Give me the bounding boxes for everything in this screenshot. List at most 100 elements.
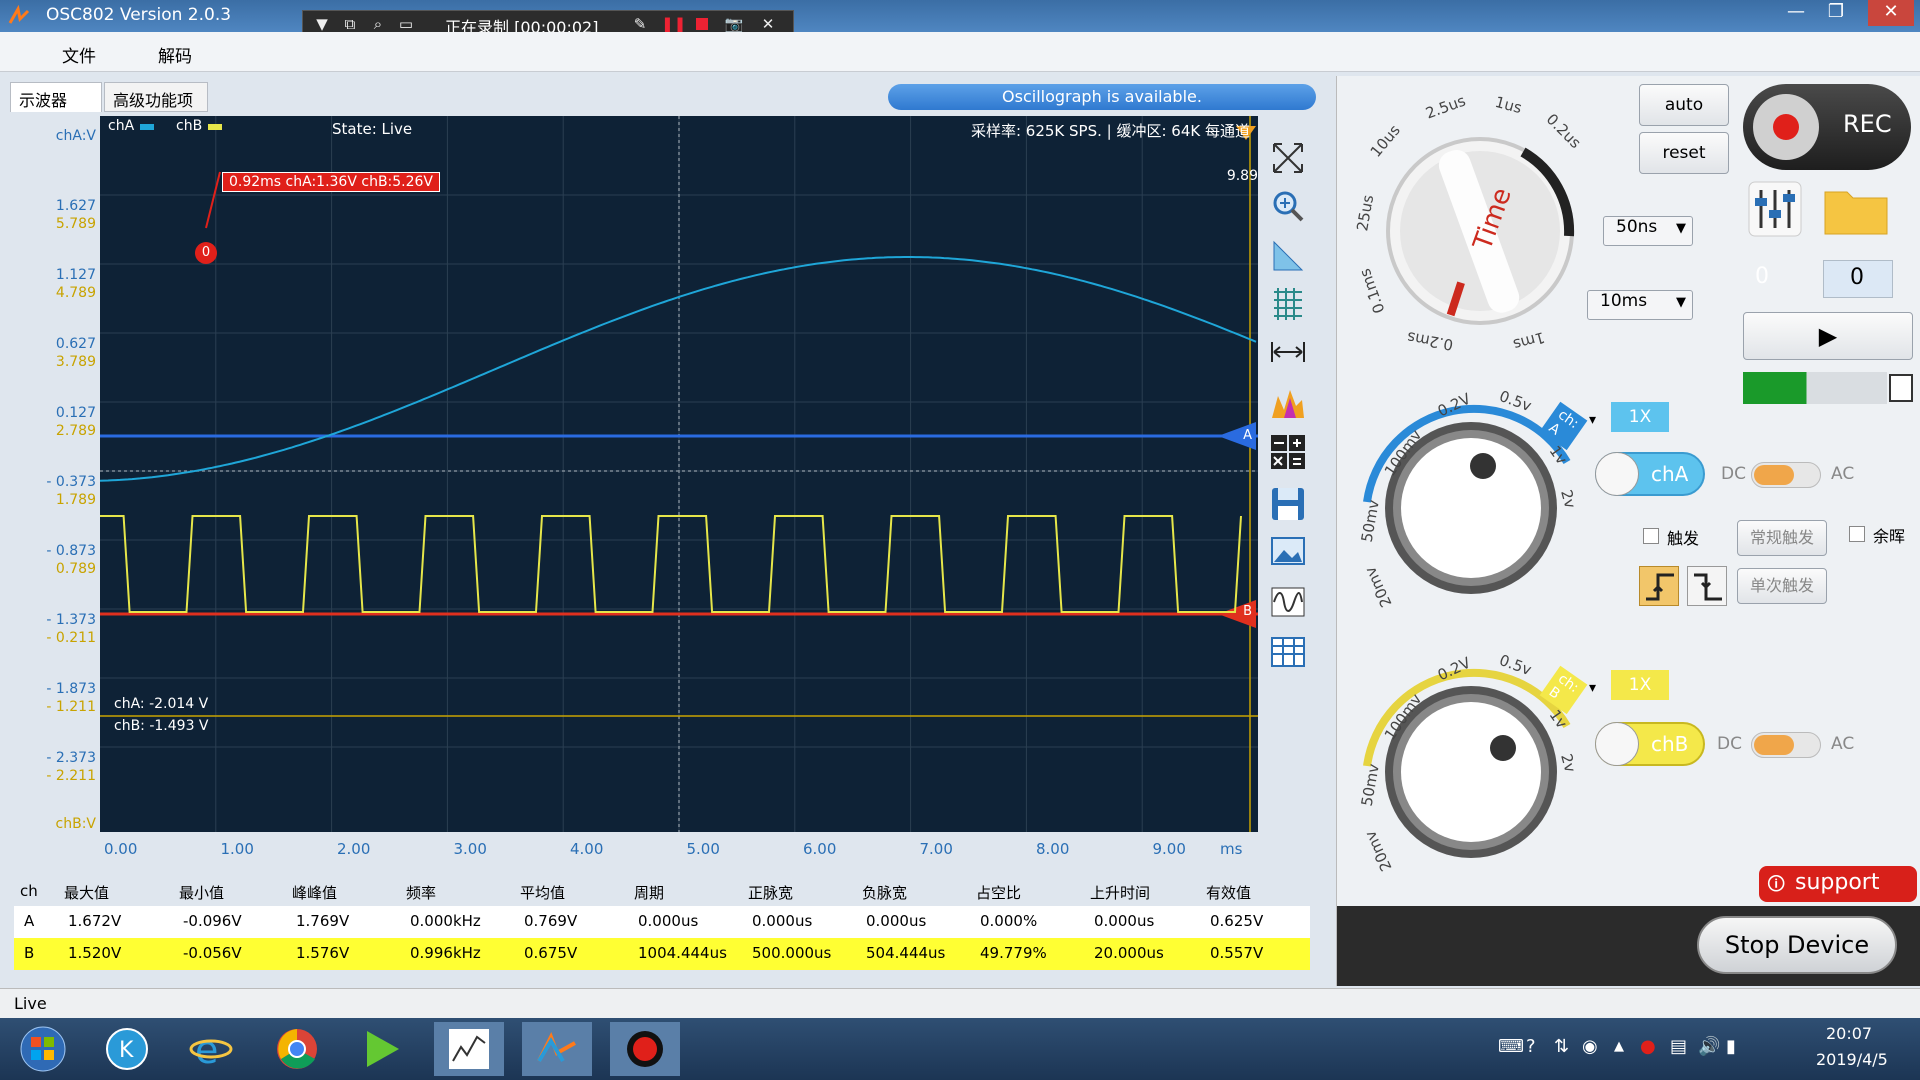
control-panel: Time 10us 2.5us 1us 0.2us 25us 0.1ms 0.2… xyxy=(1336,76,1920,986)
spectrum-icon[interactable] xyxy=(1266,382,1310,426)
auto-button[interactable]: auto xyxy=(1639,84,1729,126)
falling-edge-icon[interactable] xyxy=(1687,566,1727,606)
y-tick-label-chb: 5.789 xyxy=(55,216,96,232)
normal-trigger-button[interactable]: 常规触发 xyxy=(1737,520,1827,556)
trigger-checkbox[interactable] xyxy=(1643,528,1659,544)
table-cell: 1004.444us xyxy=(638,944,727,962)
rising-edge-icon[interactable] xyxy=(1639,566,1679,606)
volume-icon[interactable]: 🔊 xyxy=(1698,1036,1720,1057)
network-app-icon[interactable]: ◉ xyxy=(1582,1036,1598,1057)
table-cell: 504.444us xyxy=(866,944,946,962)
fit-screen-icon[interactable] xyxy=(1266,136,1310,180)
system-tray[interactable]: ⌨ ? ⇅ ◉ ▲ ● ▤ 🔊 ▮ xyxy=(1490,1036,1750,1062)
support-button[interactable]: 🛈 support xyxy=(1759,866,1917,902)
legend-chb: chB xyxy=(176,118,203,134)
probe-a-dropdown[interactable]: ▾ xyxy=(1589,412,1596,428)
pause-icon[interactable]: ❚❚ xyxy=(661,14,686,34)
x-axis-unit: ms xyxy=(1220,840,1243,858)
table-header-cell: 占空比 xyxy=(976,884,1022,902)
channel-a-marker[interactable]: A xyxy=(1243,428,1252,443)
oscilloscope-app-icon[interactable] xyxy=(522,1022,592,1076)
table-header-cell: 平均值 xyxy=(520,884,566,902)
reset-button[interactable]: reset xyxy=(1639,132,1729,174)
table-row[interactable]: A 1.672V -0.096V 1.769V 0.000kHz 0.769V 0.000u… xyxy=(14,906,1310,938)
chrome-icon[interactable] xyxy=(262,1022,332,1076)
y-tick-label-chb: - 0.211 xyxy=(46,630,96,646)
status-text: Live xyxy=(14,994,47,1013)
math-icon[interactable] xyxy=(1266,430,1310,474)
tray-expand-icon[interactable]: ▲ xyxy=(1614,1039,1624,1054)
cursor-marker[interactable]: 0 xyxy=(195,242,217,264)
coupling-toggle-a[interactable] xyxy=(1751,462,1821,488)
window-icon[interactable]: ⧉ xyxy=(339,14,361,34)
close-icon[interactable]: ✕ xyxy=(757,14,779,34)
start-button[interactable] xyxy=(8,1022,78,1076)
fine-timebase-select[interactable]: 50ns ▼ xyxy=(1603,216,1693,246)
chevron-down-icon: ▼ xyxy=(1676,221,1686,236)
afterglow-checkbox[interactable] xyxy=(1849,526,1865,542)
recorder-app-icon[interactable] xyxy=(610,1022,680,1076)
region-icon[interactable]: ▭ xyxy=(395,14,417,34)
app-logo-icon xyxy=(8,5,30,24)
coupling-toggle-b[interactable] xyxy=(1751,732,1821,758)
record-tray-icon[interactable]: ● xyxy=(1640,1036,1656,1057)
ie-icon[interactable]: e xyxy=(176,1022,246,1076)
minimize-button[interactable]: — xyxy=(1776,0,1816,26)
clock-time: 20:07 xyxy=(1826,1024,1873,1043)
menu-file[interactable]: 文件 xyxy=(62,42,96,67)
zoom-in-icon[interactable] xyxy=(1266,184,1310,228)
play-button[interactable]: ▶ xyxy=(1743,312,1913,360)
tab-advanced[interactable]: 高级功能项 xyxy=(104,82,208,112)
close-button[interactable]: ✕ xyxy=(1868,0,1914,26)
table-row[interactable]: B 1.520V -0.056V 1.576V 0.996kHz 0.675V 1004.4… xyxy=(14,938,1310,970)
restore-button[interactable]: ❐ xyxy=(1816,0,1856,26)
channel-b-marker[interactable]: B xyxy=(1243,604,1252,619)
probe-b-dropdown[interactable]: ▾ xyxy=(1589,680,1596,696)
dc-label-b: DC xyxy=(1717,734,1742,754)
equalizer-icon[interactable] xyxy=(1747,180,1803,238)
channel-b-toggle[interactable]: chB xyxy=(1595,722,1705,766)
dc-label-a: DC xyxy=(1721,464,1746,484)
tray-app-icon[interactable]: ⇅ xyxy=(1554,1036,1569,1057)
menu-decode[interactable]: 解码 xyxy=(158,42,192,67)
chart-app-icon[interactable] xyxy=(434,1022,504,1076)
stop-record-icon[interactable] xyxy=(691,14,713,34)
measure-width-icon[interactable] xyxy=(1266,330,1310,374)
chevron-down-icon[interactable]: ▼ xyxy=(311,14,333,34)
x-axis-labels: 0.00 1.00 2.00 3.00 4.00 5.00 6.00 7.00 8.00 9.00… xyxy=(100,840,1260,864)
record-button[interactable]: REC xyxy=(1743,84,1911,170)
ruler-icon[interactable] xyxy=(1266,234,1310,278)
folder-icon[interactable] xyxy=(1821,180,1893,238)
stop-device-button[interactable]: Stop Device xyxy=(1697,916,1897,974)
clipboard-icon[interactable]: ▤ xyxy=(1670,1036,1687,1057)
pencil-icon[interactable]: ✎ xyxy=(629,14,651,34)
grid-icon[interactable] xyxy=(1266,282,1310,326)
signal-icon[interactable]: ▮ xyxy=(1726,1036,1736,1057)
kaspersky-icon[interactable]: K xyxy=(92,1022,162,1076)
save-icon[interactable] xyxy=(1266,482,1310,526)
channel-a-volt-knob[interactable]: ch: A 100mv 0.2V 0.5v 1v 2v 50mv 20mv xyxy=(1347,372,1588,622)
checkbox-icon[interactable] xyxy=(1889,374,1913,402)
keyboard-icon[interactable]: ⌨ xyxy=(1498,1036,1524,1057)
single-trigger-button[interactable]: 单次触发 xyxy=(1737,568,1827,604)
coarse-timebase-select[interactable]: 10ms ▼ xyxy=(1587,290,1693,320)
media-player-icon[interactable] xyxy=(346,1022,416,1076)
record-label: REC xyxy=(1843,110,1892,138)
image-export-icon[interactable] xyxy=(1266,530,1310,574)
help-icon[interactable]: ? xyxy=(1526,1036,1536,1057)
tab-oscilloscope[interactable]: 示波器 xyxy=(10,82,102,112)
timebase-knob[interactable]: Time 10us 2.5us 1us 0.2us 25us 0.1ms 0.2… xyxy=(1343,86,1603,356)
channel-a-toggle[interactable]: chA xyxy=(1595,452,1705,496)
x-tick-label: 9.00 xyxy=(1152,840,1186,858)
table-icon[interactable] xyxy=(1266,630,1310,674)
table-header-cell: 最小值 xyxy=(179,884,225,902)
channel-b-volt-knob[interactable]: ch: B 100mv 0.2V 0.5v 1v 2v 50mv 20mv xyxy=(1347,636,1588,886)
oscilloscope-plot[interactable]: chA chB State: Live 采样率: 625K SPS. | 缓冲区… xyxy=(100,116,1258,832)
search-icon[interactable]: ⌕ xyxy=(367,14,389,34)
y-tick-label-cha: - 0.873 xyxy=(46,543,96,559)
camera-icon[interactable]: 📷 xyxy=(723,14,745,34)
waveform-icon[interactable] xyxy=(1266,580,1310,624)
probe-a-value[interactable]: 1X xyxy=(1611,402,1669,432)
counter-right-spinner[interactable]: 0 xyxy=(1823,260,1893,298)
probe-b-value[interactable]: 1X xyxy=(1611,670,1669,700)
